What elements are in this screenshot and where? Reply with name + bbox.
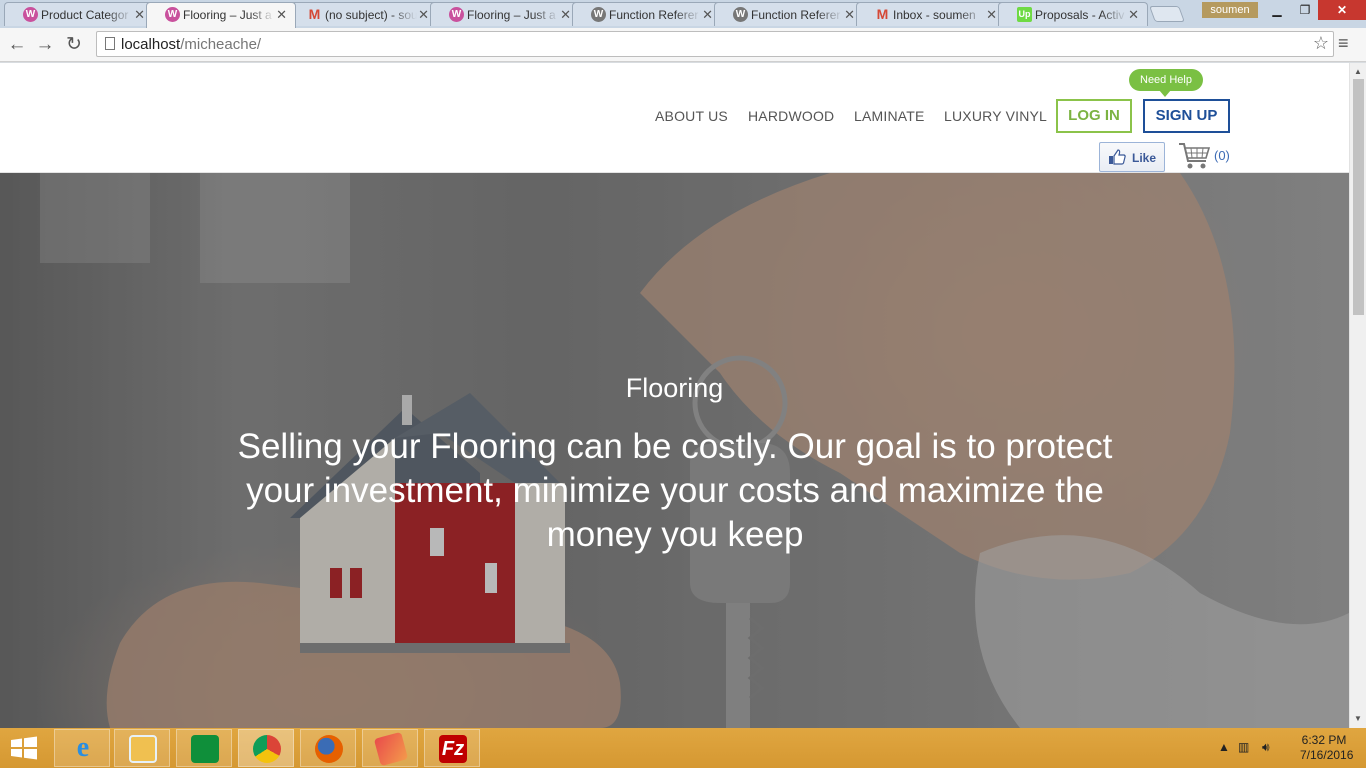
browser-tab[interactable]: W Function Referer ✕	[714, 2, 864, 26]
like-label: Like	[1132, 151, 1157, 165]
close-icon[interactable]: ✕	[560, 7, 571, 23]
network-icon[interactable]: ▥	[1238, 740, 1249, 754]
firefox-icon	[315, 735, 343, 763]
close-icon[interactable]: ✕	[276, 7, 287, 23]
chrome-menu-icon[interactable]: ≡	[1338, 33, 1349, 54]
woocommerce-icon: W	[165, 7, 180, 22]
volume-icon[interactable]: 🔊︎	[1262, 740, 1270, 755]
page-scrollbar[interactable]: ▲ ▼	[1349, 63, 1366, 728]
close-icon[interactable]: ✕	[702, 7, 713, 23]
page-icon	[105, 37, 115, 50]
wordpress-icon: W	[591, 7, 606, 22]
clock-time: 6:32 PM	[1301, 733, 1347, 747]
scroll-up-icon[interactable]: ▲	[1354, 67, 1362, 76]
thumbs-up-icon	[1109, 149, 1126, 165]
shopping-cart-icon[interactable]	[1178, 141, 1212, 171]
taskbar-clock[interactable]: 6:32 PM 7/16/2016	[1300, 733, 1354, 763]
window-close-icon[interactable]: ✕	[1318, 0, 1366, 20]
forward-icon[interactable]: →	[32, 32, 58, 58]
close-icon[interactable]: ✕	[418, 7, 429, 23]
hero-title: Flooring	[625, 373, 724, 403]
need-help-bubble[interactable]: Need Help	[1129, 69, 1203, 97]
gmail-icon: M	[308, 6, 321, 22]
wordpress-icon: W	[733, 7, 748, 22]
internet-explorer-icon: e	[76, 732, 90, 763]
facebook-like-button[interactable]: Like	[1099, 142, 1165, 172]
browser-tab[interactable]: M (no subject) - sou ✕	[288, 2, 438, 26]
taskbar-firefox[interactable]	[300, 729, 356, 767]
browser-toolbar: ← → ↻ localhost/micheache/ ☆ ≡	[0, 28, 1366, 62]
woocommerce-icon: W	[449, 7, 464, 22]
close-icon[interactable]: ✕	[844, 7, 855, 23]
scroll-down-icon[interactable]: ▼	[1354, 714, 1362, 723]
nav-hardwood[interactable]: HARDWOOD	[748, 108, 834, 124]
hero-banner: Flooring Selling your Flooring can be co…	[0, 173, 1349, 728]
filezilla-icon: Fz	[439, 735, 467, 763]
url-text: localhost/micheache/	[121, 36, 262, 53]
reload-icon[interactable]: ↻	[61, 32, 87, 58]
show-hidden-icons-icon[interactable]: ▲	[1218, 740, 1230, 754]
signup-button[interactable]: SIGN UP	[1143, 99, 1230, 133]
upwork-icon: Up	[1017, 7, 1032, 22]
back-icon[interactable]: ←	[4, 32, 30, 58]
close-icon[interactable]: ✕	[1128, 7, 1139, 23]
scrollbar-thumb[interactable]	[1353, 79, 1364, 315]
site-header: Need Help ABOUT US HARDWOOD LAMINATE LUX…	[0, 63, 1349, 173]
address-bar[interactable]: localhost/micheache/ ☆	[96, 31, 1334, 57]
nav-about-us[interactable]: ABOUT US	[655, 108, 728, 124]
file-explorer-icon	[129, 735, 157, 763]
profile-name[interactable]: soumen	[1202, 2, 1258, 18]
gmail-icon: M	[876, 6, 889, 22]
store-icon	[191, 735, 219, 763]
taskbar-filezilla[interactable]: Fz	[424, 729, 480, 767]
woocommerce-icon: W	[23, 7, 38, 22]
hero-tagline: Selling your Flooring can be costly. Our…	[237, 427, 1113, 554]
close-icon[interactable]: ✕	[134, 7, 145, 23]
chrome-icon	[253, 735, 281, 763]
taskbar-file-explorer[interactable]	[114, 729, 170, 767]
taskbar-internet-explorer[interactable]: e	[54, 729, 110, 767]
bookmark-star-icon[interactable]: ☆	[1313, 33, 1329, 54]
taskbar-app[interactable]	[362, 729, 418, 767]
login-button[interactable]: LOG IN	[1056, 99, 1132, 133]
minimize-icon[interactable]: ▁	[1262, 0, 1292, 20]
taskbar-store[interactable]	[176, 729, 232, 767]
browser-tab[interactable]: W Function Referer ✕	[572, 2, 722, 26]
windows-taskbar: e Fz ▲ ▥ 🔊︎ 6:32 PM 7/16/2016	[0, 728, 1366, 768]
browser-tab[interactable]: Up Proposals - Activ ✕	[998, 2, 1148, 26]
nav-luxury-vinyl[interactable]: LUXURY VINYL	[944, 108, 1047, 124]
clock-date: 7/16/2016	[1300, 748, 1354, 762]
new-tab-button[interactable]	[1149, 6, 1185, 22]
close-icon[interactable]: ✕	[986, 7, 997, 23]
browser-tab[interactable]: W Flooring – Just a ✕	[430, 2, 580, 26]
maximize-icon[interactable]: ❐	[1290, 0, 1320, 20]
cart-count[interactable]: (0)	[1214, 148, 1230, 163]
browser-tab-active[interactable]: W Flooring – Just a ✕	[146, 2, 296, 28]
browser-tab[interactable]: W Product Categor ✕	[4, 2, 154, 26]
browser-tab[interactable]: M Inbox - soumen ✕	[856, 2, 1006, 26]
taskbar-chrome[interactable]	[238, 729, 294, 767]
page-viewport: Need Help ABOUT US HARDWOOD LAMINATE LUX…	[0, 63, 1366, 728]
nav-laminate[interactable]: LAMINATE	[854, 108, 925, 124]
windows-start-icon[interactable]	[8, 736, 40, 760]
app-icon	[373, 731, 409, 767]
browser-tab-strip: W Product Categor ✕ W Flooring – Just a …	[0, 0, 1366, 28]
